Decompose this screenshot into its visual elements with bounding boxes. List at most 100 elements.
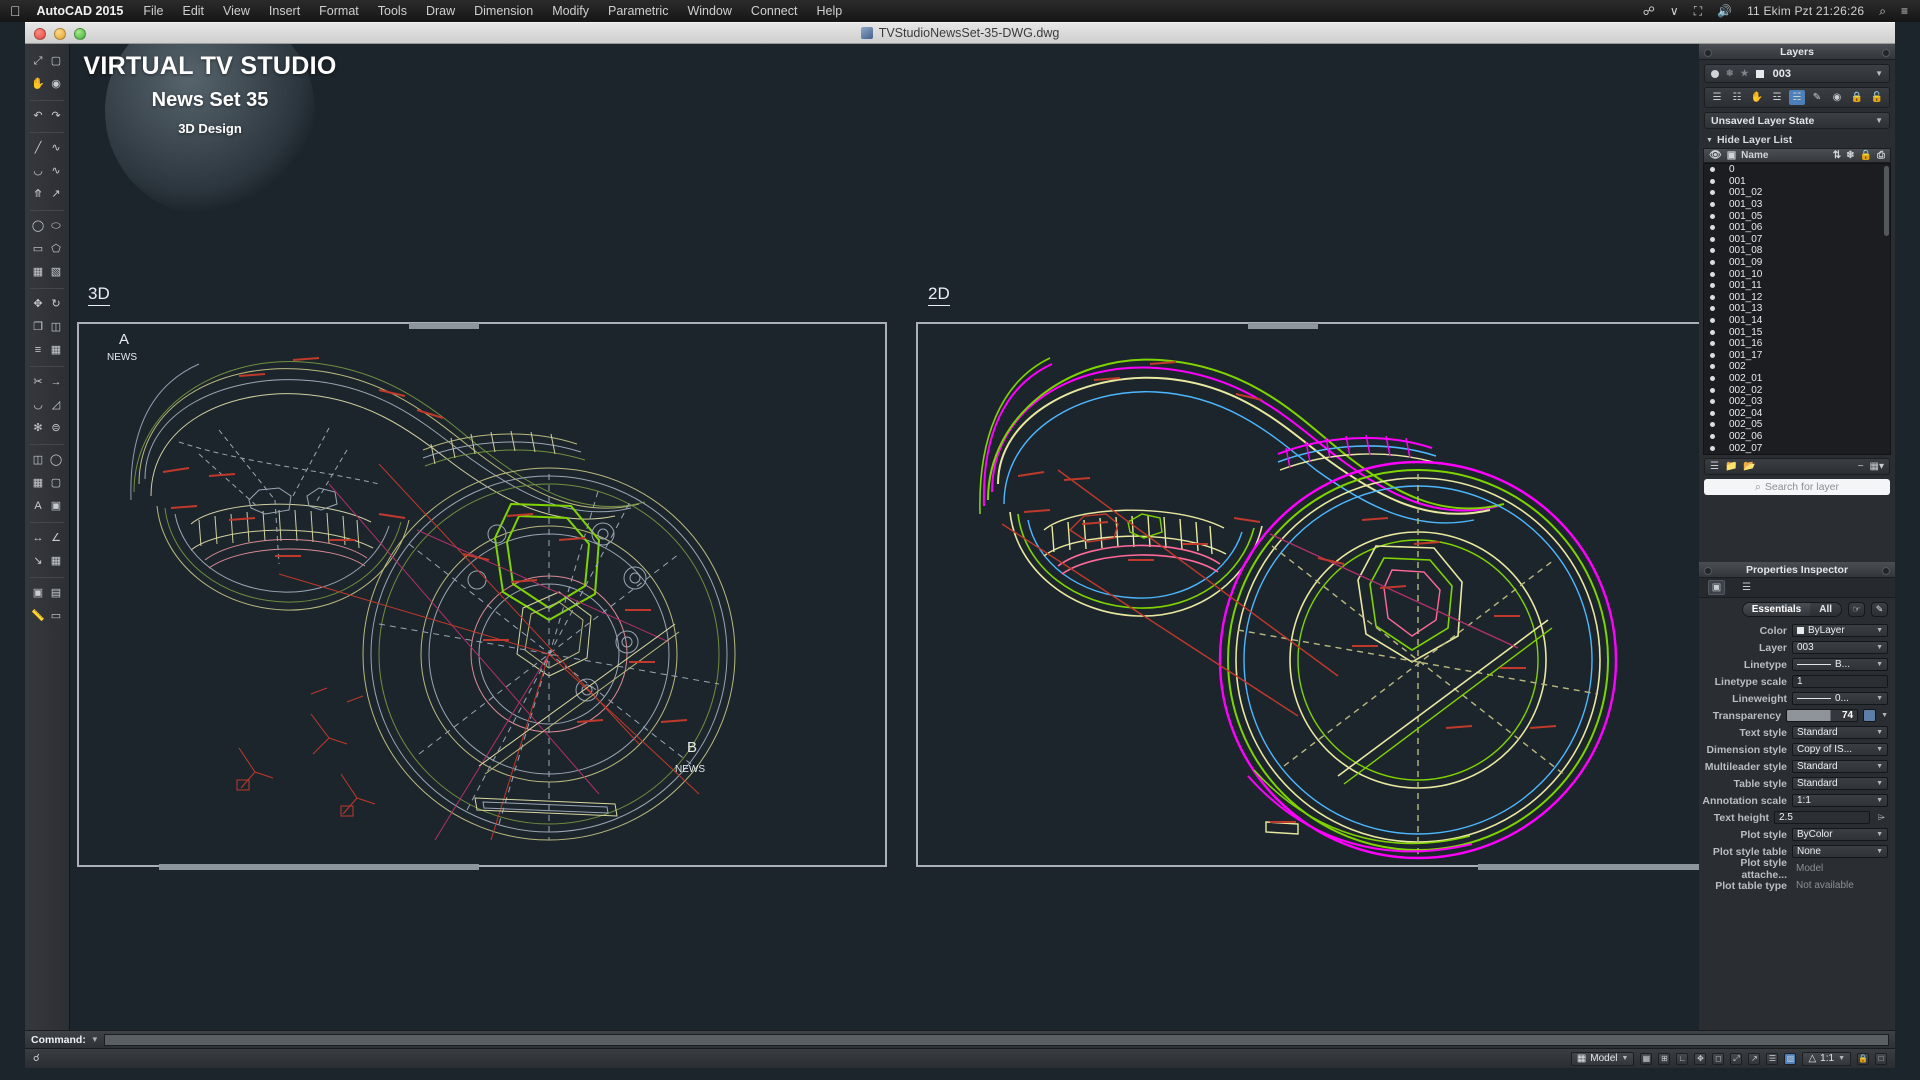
layer-visibility-icon[interactable] [1710,225,1715,231]
layer-list-item[interactable]: 001_10 [1704,268,1890,280]
rectangle-tool-icon[interactable]: ▭ [30,241,47,258]
plot-icon[interactable]: ⎙ [1877,150,1885,161]
layer-visibility-icon[interactable] [1710,271,1715,277]
extend-tool-icon[interactable]: → [48,374,65,391]
layer-visibility-icon[interactable] [1710,190,1715,196]
drawing-canvas[interactable]: VIRTUAL TV STUDIO News Set 35 3D Design … [70,44,1699,1048]
redo-tool-icon[interactable]: ↷ [48,108,65,125]
polyline-tool-icon[interactable]: ∿ [48,140,65,157]
dimension-linear-icon[interactable]: ↔ [30,530,47,547]
layer-list-item[interactable]: 002_04 [1704,407,1890,419]
dimension-angular-icon[interactable]: ∠ [48,530,65,547]
property-value[interactable]: 1 [1792,675,1888,688]
box-3d-icon[interactable]: ◫ [30,452,47,469]
chevron-down-icon[interactable]: ▼ [1881,712,1888,719]
layer-visibility-icon[interactable] [1710,213,1715,219]
chevron-down-icon[interactable]: ▼ [1876,746,1883,753]
property-value[interactable]: 2.5 [1774,811,1870,824]
viewport-3d-scrollbar-top[interactable] [409,323,479,329]
os-menu-item-draw[interactable]: Draw [426,4,455,18]
trim-tool-icon[interactable]: ✂ [30,374,47,391]
zoom-icon[interactable] [74,28,86,40]
mirror-tool-icon[interactable]: ◫ [48,319,65,336]
measure-tool-icon[interactable]: 📏 [30,608,47,625]
annotation-scale-button[interactable]: △ 1:1 ▼ [1802,1051,1851,1066]
property-value-field[interactable]: Standard ▼ [1792,726,1888,739]
line-tool-icon[interactable]: ╱ [30,140,47,157]
chevron-down-icon[interactable]: ▼ [1876,797,1883,804]
os-menu-item-connect[interactable]: Connect [751,4,798,18]
layer-visibility-icon[interactable] [1710,352,1715,358]
layer-on-icon[interactable] [1711,69,1719,78]
current-layer-selector[interactable]: ❄ ★ 003 ▼ [1704,64,1890,83]
layer-color-swatch[interactable] [1755,69,1764,78]
properties-filter-pill[interactable]: Essentials All [1741,602,1842,617]
object-properties-icon[interactable]: ▣ [1708,580,1725,595]
chevron-down-icon[interactable]: ▼ [1876,627,1883,634]
os-menu-item-view[interactable]: View [223,4,250,18]
freeze-icon[interactable]: ❄ [1846,150,1854,161]
layer-list-item[interactable]: 002_02 [1704,384,1890,396]
area-tool-icon[interactable]: ▭ [48,608,65,625]
chevron-down-icon[interactable]: ▼ [1876,831,1883,838]
layer-list-item[interactable]: 001_03 [1704,199,1890,211]
layer-visibility-icon[interactable] [1710,433,1715,439]
chevron-down-icon[interactable]: ▼ [1876,780,1883,787]
polar-icon[interactable]: ✥ [1694,1052,1707,1065]
layer-lock-toggle-icon[interactable]: 🔒 [1849,90,1865,105]
chevron-down-icon[interactable]: ▼ [1876,763,1883,770]
erase-tool-icon[interactable]: ▢ [48,53,65,70]
mesh-tool-icon[interactable]: ▦ [30,475,47,492]
os-menu-item-tools[interactable]: Tools [378,4,407,18]
property-value-field[interactable]: Standard ▼ [1792,777,1888,790]
block-insert-icon[interactable]: ▣ [30,585,47,602]
property-value-field[interactable]: 0... ▼ [1792,692,1888,705]
grid-icon[interactable]: ▦ [1640,1052,1653,1065]
ortho-icon[interactable]: ∟ [1676,1052,1689,1065]
polygon-tool-icon[interactable]: ⬠ [48,241,65,258]
os-menu-item-modify[interactable]: Modify [552,4,589,18]
ellipse-tool-icon[interactable]: ⬭ [48,218,65,235]
layer-list[interactable]: 0 001 001_02 001_03 001_05 001_06 001_07 001_08… [1703,163,1891,455]
layer-list-item[interactable]: 002_07 [1704,442,1890,454]
fillet-tool-icon[interactable]: ◡ [30,397,47,414]
property-value-field[interactable]: 1:1 ▼ [1792,794,1888,807]
layer-visibility-icon[interactable] [1710,306,1715,312]
layer-list-item[interactable]: 0 [1704,164,1890,176]
property-value-field[interactable]: 003 ▼ [1792,641,1888,654]
layer-freeze-icon[interactable]: ❄ [1726,68,1734,79]
arc-tool-icon[interactable]: ◡ [30,163,47,180]
zoom-tool-icon[interactable]: ◉ [48,76,65,93]
lock-icon[interactable]: 🔒 [1857,1052,1869,1065]
layer-list-item[interactable]: 002_01 [1704,373,1890,385]
property-value-field[interactable]: None ▼ [1792,845,1888,858]
delete-layer-icon[interactable]: ✋ [1749,90,1765,105]
move-tool-icon[interactable]: ✥ [30,296,47,313]
bluetooth-icon[interactable]: ☍ [1643,4,1655,18]
layer-list-item[interactable]: 001 [1704,176,1890,188]
layer-walk-icon[interactable]: ✎ [1809,90,1825,105]
gradient-tool-icon[interactable]: ▧ [48,264,65,281]
mtext-tool-icon[interactable]: ▣ [48,498,65,515]
chevron-down-icon[interactable]: ▼ [1875,69,1883,78]
join-tool-icon[interactable]: ⊜ [48,420,65,437]
minus-icon[interactable]: − [1858,461,1864,472]
property-value[interactable]: 74 [1786,709,1859,722]
chevron-down-icon[interactable]: ▼ [1876,729,1883,736]
command-input[interactable] [103,1033,1889,1046]
layer-list-item[interactable]: 001_16 [1704,338,1890,350]
layer-visibility-icon[interactable] [1710,375,1715,381]
os-menu-item-parametric[interactable]: Parametric [608,4,668,18]
layer-list-scrollbar[interactable] [1884,166,1889,236]
layer-visibility-icon[interactable] [1710,202,1715,208]
os-menu-item-dimension[interactable]: Dimension [474,4,533,18]
property-value-field[interactable]: Copy of IS... ▼ [1792,743,1888,756]
hide-layer-list-toggle[interactable]: ▼ Hide Layer List [1699,133,1895,147]
layer-visibility-icon[interactable] [1710,318,1715,324]
columns-icon[interactable]: ▦▾ [1870,461,1884,472]
clean-screen-icon[interactable]: □ [1875,1052,1887,1065]
block-create-icon[interactable]: ▤ [48,585,65,602]
layer-list-item[interactable]: 001_05 [1704,210,1890,222]
chevron-down-icon[interactable]: ▼ [1876,661,1883,668]
new-property-filter-icon[interactable]: 📂 [1743,461,1755,472]
